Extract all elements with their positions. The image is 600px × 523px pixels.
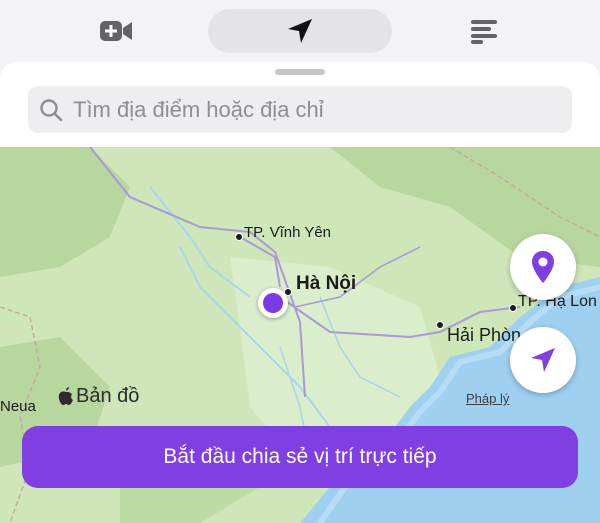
- map-label-vinh-yen[interactable]: TP. Vĩnh Yên: [244, 224, 331, 241]
- map-marker-vinh-yen: [235, 233, 243, 241]
- user-location-dot[interactable]: [258, 288, 288, 318]
- drop-pin-button[interactable]: [510, 234, 576, 300]
- sheet-grabber[interactable]: [275, 69, 325, 75]
- map-view[interactable]: TP. Vĩnh Yên Hà Nội Hải Phòn TP. Hạ Lon …: [0, 147, 600, 523]
- apple-logo-icon: [58, 387, 73, 405]
- location-arrow-icon: [288, 19, 312, 43]
- start-live-location-button[interactable]: Bắt đầu chia sẻ vị trí trực tiếp: [22, 426, 578, 488]
- map-label-hai-phong[interactable]: Hải Phòn: [447, 325, 521, 346]
- maps-brand-label: Bản đồ: [76, 385, 140, 407]
- tab-video[interactable]: [80, 9, 152, 53]
- search-icon: [40, 98, 63, 121]
- maps-attribution: Bản đồ: [58, 385, 139, 408]
- tab-list[interactable]: [448, 9, 520, 53]
- top-tab-bar: [0, 0, 600, 62]
- map-marker-hai-phong: [436, 321, 444, 329]
- current-location-button[interactable]: [510, 327, 576, 393]
- tab-location[interactable]: [208, 9, 392, 53]
- video-plus-icon: [100, 21, 132, 41]
- map-marker-ha-long: [509, 304, 517, 312]
- map-pin-icon: [532, 251, 554, 283]
- search-bar[interactable]: [28, 86, 572, 133]
- list-icon: [471, 20, 497, 44]
- search-input[interactable]: [71, 95, 555, 124]
- map-label-ha-noi[interactable]: Hà Nội: [296, 273, 356, 295]
- location-arrow-icon: [531, 348, 555, 372]
- map-label-neua[interactable]: Neua: [0, 398, 36, 415]
- legal-link[interactable]: Pháp lý: [466, 391, 509, 406]
